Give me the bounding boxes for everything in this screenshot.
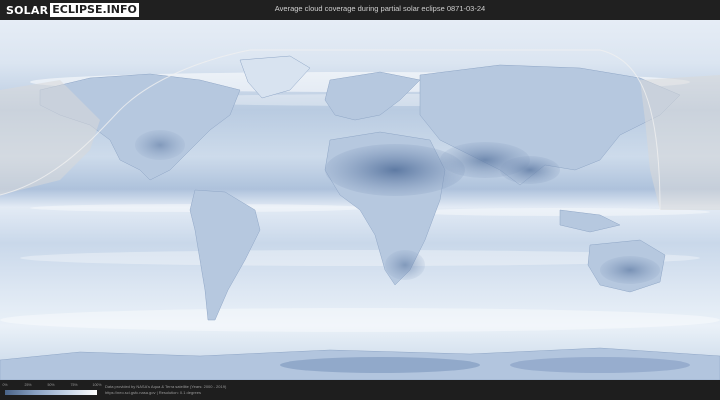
cloud-coverage-map — [0, 20, 720, 380]
data-source-link[interactable]: https://neo.sci.gsfc.nasa.gov | Resoluti… — [105, 390, 201, 395]
legend-ticks: 0% 25% 50% 75% 100% — [2, 383, 101, 389]
legend-tick: 0% — [2, 383, 8, 387]
header-bar: SOLAR ECLIPSE.INFO Average cloud coverag… — [0, 0, 720, 20]
legend-tick: 25% — [24, 383, 32, 387]
site-logo[interactable]: SOLAR ECLIPSE.INFO — [6, 3, 139, 17]
logo-solar-text: SOLAR — [6, 3, 49, 17]
logo-eclipse-info-text: ECLIPSE.INFO — [50, 3, 139, 17]
data-credit: Data provided by NASA's Aqua & Terra sat… — [105, 384, 227, 389]
legend-tick: 50% — [47, 383, 55, 387]
legend-tick: 100% — [92, 383, 102, 387]
footer-bar: 0% 25% 50% 75% 100% Data provided by NAS… — [0, 380, 720, 400]
cloud-coverage-legend-bar — [5, 390, 97, 395]
map-title: Average cloud coverage during partial so… — [274, 4, 486, 13]
legend-tick: 75% — [70, 383, 78, 387]
